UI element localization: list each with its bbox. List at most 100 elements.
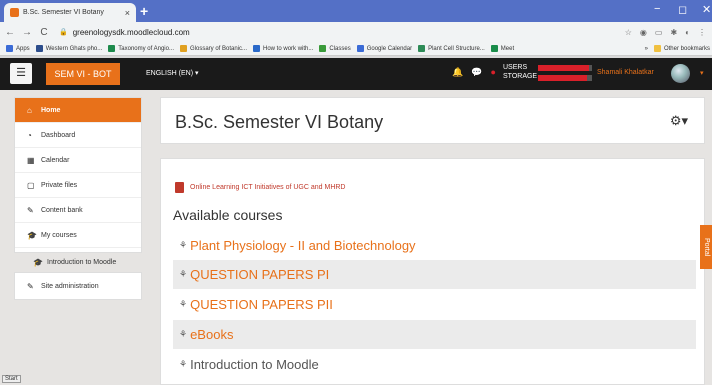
avatar[interactable] [671,64,690,83]
sidebar-item-label: My courses [41,231,77,239]
usage-labels: USERS STORAGE [503,63,537,81]
sidebar-item-dashboard[interactable]: ◔ Dashboard [15,123,141,148]
other-bookmarks[interactable]: Other bookmarks [653,45,710,52]
bookmarks-bar: Apps Western Ghats pho... Taxonomy of Angi… [0,42,712,56]
bookmark-favicon-icon [253,45,261,52]
bookmark-label: Google Calendar [366,45,413,52]
bookmark-label: How to work with... [263,45,314,52]
browser-tab[interactable]: B.Sc. Semester VI Botany × [4,3,136,22]
extension-icon[interactable]: ▭ [655,28,663,37]
minimize-button[interactable]: − [654,3,660,15]
user-name[interactable]: Shamali Khalatkar [597,69,654,76]
course-icon: ⚘ [179,359,188,369]
other-bookmarks-label: Other bookmarks [663,45,710,52]
sidebar-item-label: Dashboard [41,131,76,139]
bookmark-item[interactable]: Apps [6,45,30,52]
usage-icon: ● [490,67,496,77]
storage-label: STORAGE [503,73,538,80]
menu-icon[interactable]: ⋮ [698,28,706,37]
frontpage-content: Online Learning ICT Initiatives of UGC a… [160,158,705,385]
home-icon: ⌂ [27,105,32,115]
notice-text: Online Learning ICT Initiatives of UGC a… [190,184,346,191]
course-link[interactable]: ⚘ QUESTION PAPERS PI [173,260,696,289]
browser-tab-strip: B.Sc. Semester VI Botany × + − ◻ ✕ [0,0,712,22]
available-courses-heading: Available courses [173,207,283,223]
sidebar-item-label: Home [41,106,61,114]
language-menu[interactable]: ENGLISH (EN) ▾ [146,69,199,77]
bookmark-label: Classes [329,45,351,52]
page-header: B.Sc. Semester VI Botany ⚙▾ [160,97,705,144]
page-title: B.Sc. Semester VI Botany [175,112,384,132]
chevron-down-icon[interactable]: ▾ [700,69,704,77]
bookmark-item[interactable]: Meet [490,45,515,52]
puzzle-icon[interactable]: ✱ [670,28,677,37]
extension-icon[interactable]: ◉ [640,28,647,37]
bookmark-favicon-icon [356,45,364,52]
course-name: Plant Physiology - II and Biotechnology [190,238,416,253]
sidebar-item-calendar[interactable]: ▦ Calendar [15,148,141,173]
new-tab-button[interactable]: + [140,2,148,20]
bookmark-label: Taxonomy of Angio... [118,45,174,52]
notice-link[interactable]: Online Learning ICT Initiatives of UGC a… [175,182,346,193]
course-name: QUESTION PAPERS PI [190,267,330,282]
course-icon: ⚘ [179,269,188,279]
bookmark-label: Meet [500,45,515,52]
bookmark-favicon-icon [179,45,187,52]
address-bar-row: ← → C 🔒 greenologysdk.moodlecloud.com ☆ … [0,22,712,42]
sidebar-item-my-courses[interactable]: 🎓 My courses [15,223,141,248]
star-icon[interactable]: ☆ [625,28,632,37]
users-label: USERS [503,64,528,71]
course-link[interactable]: ⚘ QUESTION PAPERS PII [173,290,696,319]
sidebar-item-site-administration[interactable]: ✎ Site administration [15,273,141,299]
url-field[interactable]: 🔒 greenologysdk.moodlecloud.com [59,28,625,37]
site-brand[interactable]: SEM VI - BOT [46,63,120,85]
course-icon: ⚘ [179,299,188,309]
tab-close-icon[interactable]: × [125,8,130,18]
course-name: eBooks [190,327,234,342]
wrench-icon: ✎ [27,281,34,291]
bookmark-item[interactable]: How to work with... [253,45,313,52]
bookmark-label: Apps [16,45,30,52]
portal-tab[interactable]: Portal [700,225,712,269]
reload-icon[interactable]: C [37,27,51,38]
course-link[interactable]: ⚘ Plant Physiology - II and Biotechnology [173,231,696,260]
nav-drawer: ⌂ Home ◔ Dashboard ▦ Calendar ▢ Private files ✎ C… [14,97,142,278]
sidebar-item-label: Calendar [41,156,70,164]
bookmark-item[interactable]: Western Ghats pho... [35,45,103,52]
bookmark-item[interactable]: Taxonomy of Angio... [108,45,174,52]
bookmark-favicon-icon [319,45,327,52]
course-link[interactable]: ⚘ eBooks [173,320,696,349]
sidebar-item-home[interactable]: ⌂ Home [15,98,141,123]
gear-icon[interactable]: ⚙▾ [670,113,688,129]
messages-icon[interactable]: 💬 [471,67,482,78]
bookmark-favicon-icon [418,45,426,52]
profile-icon[interactable]: ◐ [685,28,690,37]
admin-block: ✎ Site administration [14,272,142,300]
folder-icon [653,45,661,52]
sidebar-item-label: Private files [41,181,78,189]
close-window-button[interactable]: ✕ [702,3,711,16]
bookmark-item[interactable]: Google Calendar [356,45,413,52]
maximize-button[interactable]: ◻ [678,3,687,16]
course-icon: ⚘ [179,240,188,250]
dashboard-icon: ◔ [27,130,32,140]
moodle-favicon-icon [10,8,19,17]
course-link[interactable]: ⚘ Introduction to Moodle [173,350,696,379]
lock-icon: 🔒 [59,29,68,36]
graduation-cap-icon: 🎓 [27,230,37,240]
forward-icon[interactable]: → [20,27,34,38]
bookmark-label: Western Ghats pho... [45,45,103,52]
bookmark-item[interactable]: Classes [319,45,351,52]
apps-icon [6,45,13,52]
bookmark-item[interactable]: Plant Cell Structure... [418,45,485,52]
sidebar-item-private-files[interactable]: ▢ Private files [15,173,141,198]
back-icon[interactable]: ← [3,27,17,38]
brush-icon: ✎ [27,205,34,215]
notifications-icon[interactable]: 🔔 [452,67,463,78]
bookmarks-overflow-icon[interactable]: » [645,46,648,52]
storage-usage-bar [538,75,592,81]
bookmark-item[interactable]: Glossary of Botanic... [179,45,247,52]
sidebar-item-content-bank[interactable]: ✎ Content bank [15,198,141,223]
menu-toggle-button[interactable]: ☰ [10,63,32,84]
course-name: QUESTION PAPERS PII [190,297,333,312]
